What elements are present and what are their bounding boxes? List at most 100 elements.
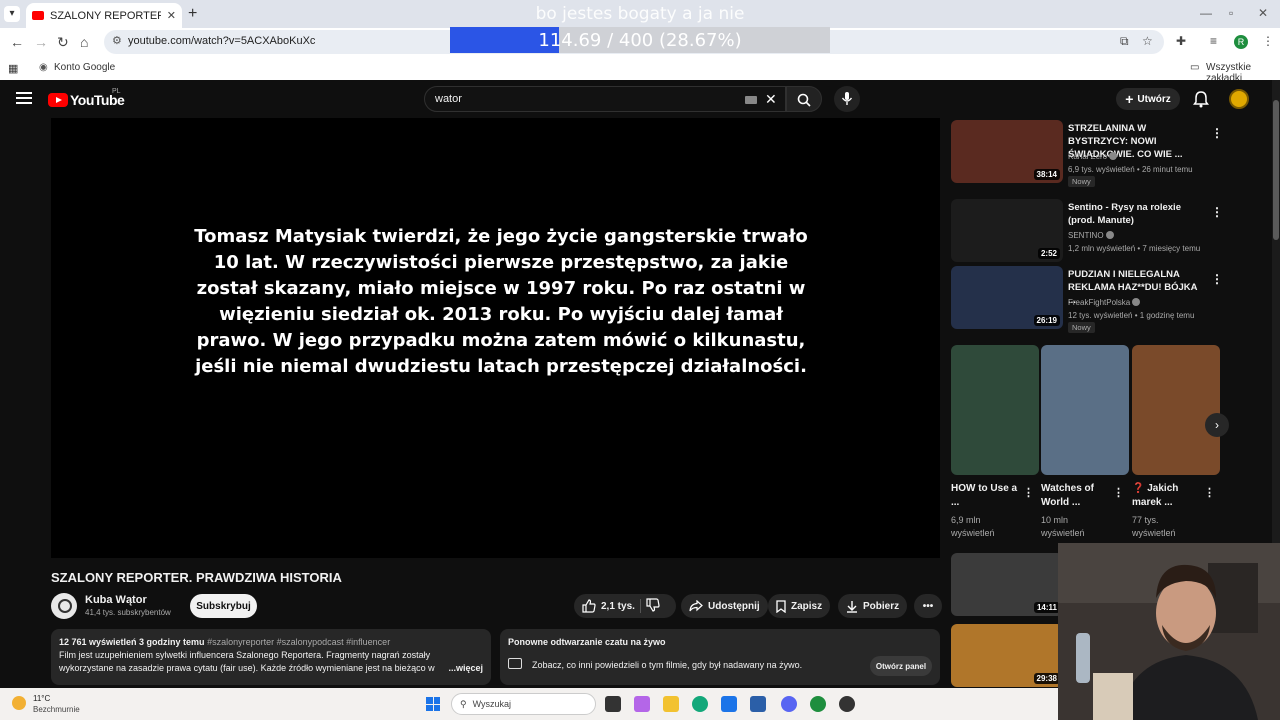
edge-icon[interactable] bbox=[692, 696, 708, 712]
overlay-progress-bar: 114.69 / 400 (28.67%) bbox=[450, 27, 830, 53]
short-thumbnail[interactable] bbox=[951, 345, 1039, 475]
overlay-caption: bo jestes bogaty a ja nie bbox=[535, 4, 745, 24]
file-explorer-icon[interactable] bbox=[663, 696, 679, 712]
dislike-button[interactable] bbox=[646, 597, 660, 615]
create-button[interactable]: + Utwórz bbox=[1116, 88, 1180, 110]
folder-icon: ▭ bbox=[1190, 62, 1200, 73]
url-text: youtube.com/watch?v=5ACXAboKuXc bbox=[128, 35, 316, 47]
weather-desc[interactable]: Bezchmurnie bbox=[33, 705, 80, 714]
weather-temp[interactable]: 11°C bbox=[33, 694, 50, 703]
recommendation-item[interactable]: 38:14 STRZELANINA W BYSTRZYCY: NOWI ŚWIA… bbox=[951, 120, 1261, 187]
channel-avatar[interactable] bbox=[51, 593, 77, 619]
verified-icon bbox=[1105, 231, 1114, 239]
extensions-icon[interactable]: ✚ bbox=[1176, 34, 1186, 48]
keyboard-icon[interactable] bbox=[745, 96, 757, 104]
reload-icon[interactable]: ↻ bbox=[57, 34, 69, 51]
screen: ▾ SZALONY REPORTER. PRAWDZ ✕ + — ▫ ✕ ← →… bbox=[0, 0, 1280, 720]
share-button[interactable]: Udostępnij bbox=[681, 594, 768, 618]
menu-icon[interactable] bbox=[16, 92, 32, 104]
site-info-icon[interactable]: ⚙ bbox=[112, 34, 122, 47]
new-tab-icon[interactable]: + bbox=[188, 5, 197, 23]
browser-tab-active[interactable]: SZALONY REPORTER. PRAWDZ ✕ bbox=[26, 3, 182, 28]
outlook-icon[interactable] bbox=[721, 696, 737, 712]
video-duration: 29:38 bbox=[1033, 673, 1060, 684]
chrome-icon[interactable] bbox=[810, 696, 826, 712]
search-input[interactable]: wator ✕ bbox=[424, 86, 786, 112]
description-box[interactable]: 12 761 wyświetleń 3 godziny temu #szalon… bbox=[51, 629, 491, 685]
bookmark-star-icon[interactable]: ☆ bbox=[1142, 34, 1153, 48]
video-duration: 38:14 bbox=[1033, 169, 1060, 180]
obs-icon[interactable] bbox=[839, 696, 855, 712]
reading-list-icon[interactable]: ≡ bbox=[1210, 34, 1217, 48]
recommendation-channel[interactable]: FreakFightPolska bbox=[1068, 298, 1141, 307]
more-options-icon[interactable]: ⋮ bbox=[1211, 205, 1223, 219]
overlay-progress-text: 114.69 / 400 (28.67%) bbox=[538, 30, 742, 51]
more-options-icon[interactable]: ⋮ bbox=[1023, 486, 1034, 499]
clear-search-icon[interactable]: ✕ bbox=[765, 91, 777, 108]
download-button[interactable]: Pobierz bbox=[838, 594, 908, 618]
chat-replay-desc: Zobacz, co inni powiedzieli o tym filmie… bbox=[532, 660, 803, 670]
more-actions-icon[interactable]: ••• bbox=[914, 594, 942, 618]
recommendation-thumbnail[interactable]: 2:52 bbox=[951, 199, 1063, 262]
browser-menu-icon[interactable]: ⋮ bbox=[1262, 34, 1274, 48]
create-label: Utwórz bbox=[1137, 93, 1171, 105]
hashtags[interactable]: #szalonyreporter #szalonypodcast #influe… bbox=[207, 637, 390, 647]
back-icon[interactable]: ← bbox=[10, 34, 24, 50]
weather-moon-icon[interactable] bbox=[12, 696, 26, 710]
copilot-icon[interactable] bbox=[634, 696, 650, 712]
share-label: Udostępnij bbox=[708, 600, 760, 612]
short-thumbnail[interactable] bbox=[1041, 345, 1129, 475]
channel-name[interactable]: Kuba Wątor bbox=[85, 594, 147, 606]
store-icon[interactable] bbox=[750, 696, 766, 712]
tab-close-icon[interactable]: ✕ bbox=[167, 9, 176, 22]
divider bbox=[639, 599, 641, 613]
notifications-bell-icon[interactable] bbox=[1193, 90, 1209, 113]
shorts-next-icon[interactable]: › bbox=[1205, 413, 1229, 437]
search-button[interactable] bbox=[786, 86, 822, 112]
youtube-logo-icon[interactable] bbox=[48, 93, 68, 107]
windows-start-icon[interactable] bbox=[426, 697, 440, 711]
short-thumbnail[interactable] bbox=[1132, 345, 1220, 475]
windows-taskbar: 11°C Bezchmurnie ⚲ Wyszukaj bbox=[0, 688, 1058, 720]
recommendation-stats: 6,9 tys. wyświetleń • 26 minut temu bbox=[1068, 165, 1193, 174]
install-app-icon[interactable]: ⧉ bbox=[1120, 34, 1129, 49]
account-avatar[interactable] bbox=[1229, 89, 1249, 109]
taskbar-search[interactable]: ⚲ Wyszukaj bbox=[451, 693, 596, 715]
more-options-icon[interactable]: ⋮ bbox=[1211, 272, 1223, 286]
open-panel-button[interactable]: Otwórz panel bbox=[870, 656, 932, 676]
forward-icon[interactable]: → bbox=[34, 34, 48, 50]
recommendation-thumbnail[interactable]: 38:14 bbox=[951, 120, 1063, 183]
discord-icon[interactable] bbox=[781, 696, 797, 712]
save-button[interactable]: Zapisz bbox=[768, 594, 831, 618]
bookmark-google-account[interactable]: Konto Google bbox=[54, 62, 115, 73]
more-options-icon[interactable]: ⋮ bbox=[1113, 486, 1124, 499]
recommendation-thumbnail[interactable]: 26:19 bbox=[951, 266, 1063, 329]
profile-avatar[interactable]: R bbox=[1234, 35, 1248, 49]
recommendation-item[interactable]: 2:52 Sentino - Rysy na rolexie (prod. Ma… bbox=[951, 199, 1261, 265]
restore-icon[interactable]: ▫ bbox=[1229, 6, 1233, 20]
voice-search-button[interactable] bbox=[834, 86, 860, 112]
recommendation-channel[interactable]: SENTINO bbox=[1068, 231, 1114, 240]
recommendation-title[interactable]: Sentino - Rysy na rolexie (prod. Manute) bbox=[1068, 201, 1206, 227]
tab-list-chevron-icon[interactable]: ▾ bbox=[4, 6, 20, 22]
like-button[interactable]: 2,1 tys. bbox=[582, 599, 635, 613]
short-title[interactable]: ❓ Jakich marek ... bbox=[1132, 482, 1202, 510]
apps-grid-icon[interactable]: ▦ bbox=[8, 62, 18, 75]
new-badge: Nowy bbox=[1068, 322, 1095, 333]
video-player[interactable]: Tomasz Matysiak twierdzi, że jego życie … bbox=[51, 118, 940, 558]
more-options-icon[interactable]: ⋮ bbox=[1211, 126, 1223, 140]
home-icon[interactable]: ⌂ bbox=[80, 34, 88, 50]
recommendation-channel[interactable]: Kanał Zero bbox=[1068, 152, 1118, 161]
subscribe-button[interactable]: Subskrybuj bbox=[190, 594, 257, 618]
recommendation-thumbnail[interactable]: 14:11 bbox=[951, 553, 1063, 616]
task-view-icon[interactable] bbox=[605, 696, 621, 712]
short-title[interactable]: Watches of World ... bbox=[1041, 482, 1111, 510]
show-more-link[interactable]: ...więcej bbox=[445, 662, 483, 675]
recommendation-item[interactable]: 26:19 PUDZIAN I NIELEGALNA REKLAMA HAZ**… bbox=[951, 266, 1261, 333]
close-window-icon[interactable]: ✕ bbox=[1258, 6, 1268, 20]
recommendation-thumbnail[interactable]: 29:38 bbox=[951, 624, 1063, 687]
minimize-icon[interactable]: — bbox=[1200, 6, 1212, 20]
more-options-icon[interactable]: ⋮ bbox=[1204, 486, 1215, 499]
short-title[interactable]: HOW to Use a ... bbox=[951, 482, 1021, 510]
scrollbar-thumb[interactable] bbox=[1273, 100, 1279, 240]
